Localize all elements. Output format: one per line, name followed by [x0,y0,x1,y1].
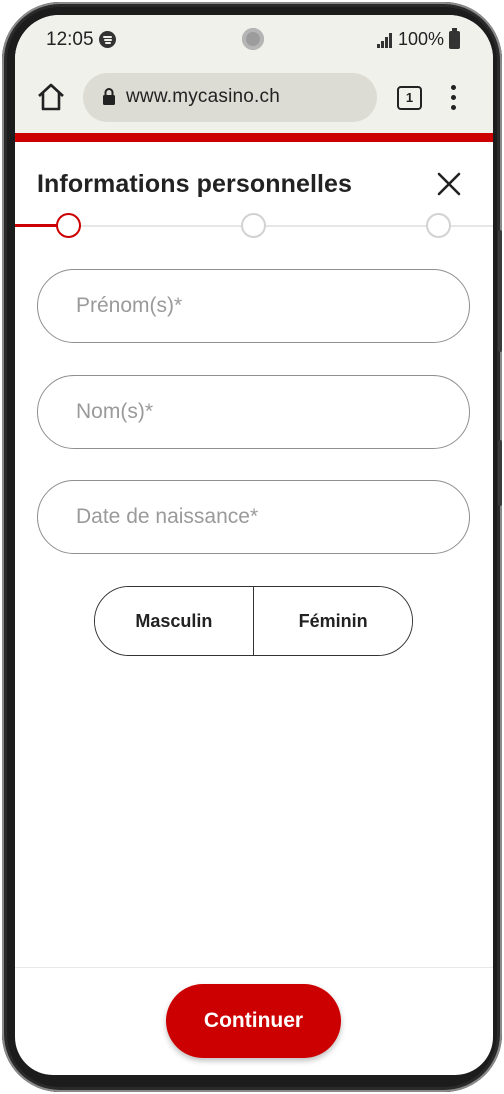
step-indicator-2 [241,213,266,238]
phone-frame: 12:05 100% www.mycasino.ch 1 Information… [2,2,502,1092]
footer-divider [15,967,493,968]
last-name-input[interactable] [37,375,470,449]
tab-switcher-button[interactable]: 1 [397,86,422,110]
address-bar-url: www.mycasino.ch [126,86,280,107]
address-bar[interactable]: www.mycasino.ch [83,73,377,122]
gender-toggle: Masculin Féminin [94,586,413,656]
battery-icon [449,28,460,49]
signal-icon [377,33,395,48]
volume-button [498,230,502,352]
status-time: 12:05 [46,29,94,50]
spotify-icon [99,31,116,48]
home-icon [38,83,64,111]
browser-chrome: 12:05 100% www.mycasino.ch 1 [15,15,493,133]
continue-button[interactable]: Continuer [166,984,341,1058]
birth-date-input[interactable] [37,480,470,554]
page-title: Informations personnelles [37,170,353,198]
tab-count: 1 [405,90,414,105]
first-name-input[interactable] [37,269,470,343]
brand-accent-bar [15,133,493,142]
front-camera [242,28,264,50]
gender-female-button[interactable]: Féminin [254,587,412,655]
battery-percentage: 100% [398,29,445,49]
step-indicator-1 [56,213,81,238]
browser-home-button[interactable] [35,81,67,113]
more-vert-icon[interactable] [445,83,461,113]
close-icon [437,172,461,196]
phone-screen: 12:05 100% www.mycasino.ch 1 Information… [15,15,493,1075]
power-button [498,440,502,506]
progress-fill [15,224,59,227]
close-button[interactable] [435,170,463,198]
lock-icon [103,88,115,105]
gender-male-button[interactable]: Masculin [95,587,253,655]
step-indicator-3 [426,213,451,238]
